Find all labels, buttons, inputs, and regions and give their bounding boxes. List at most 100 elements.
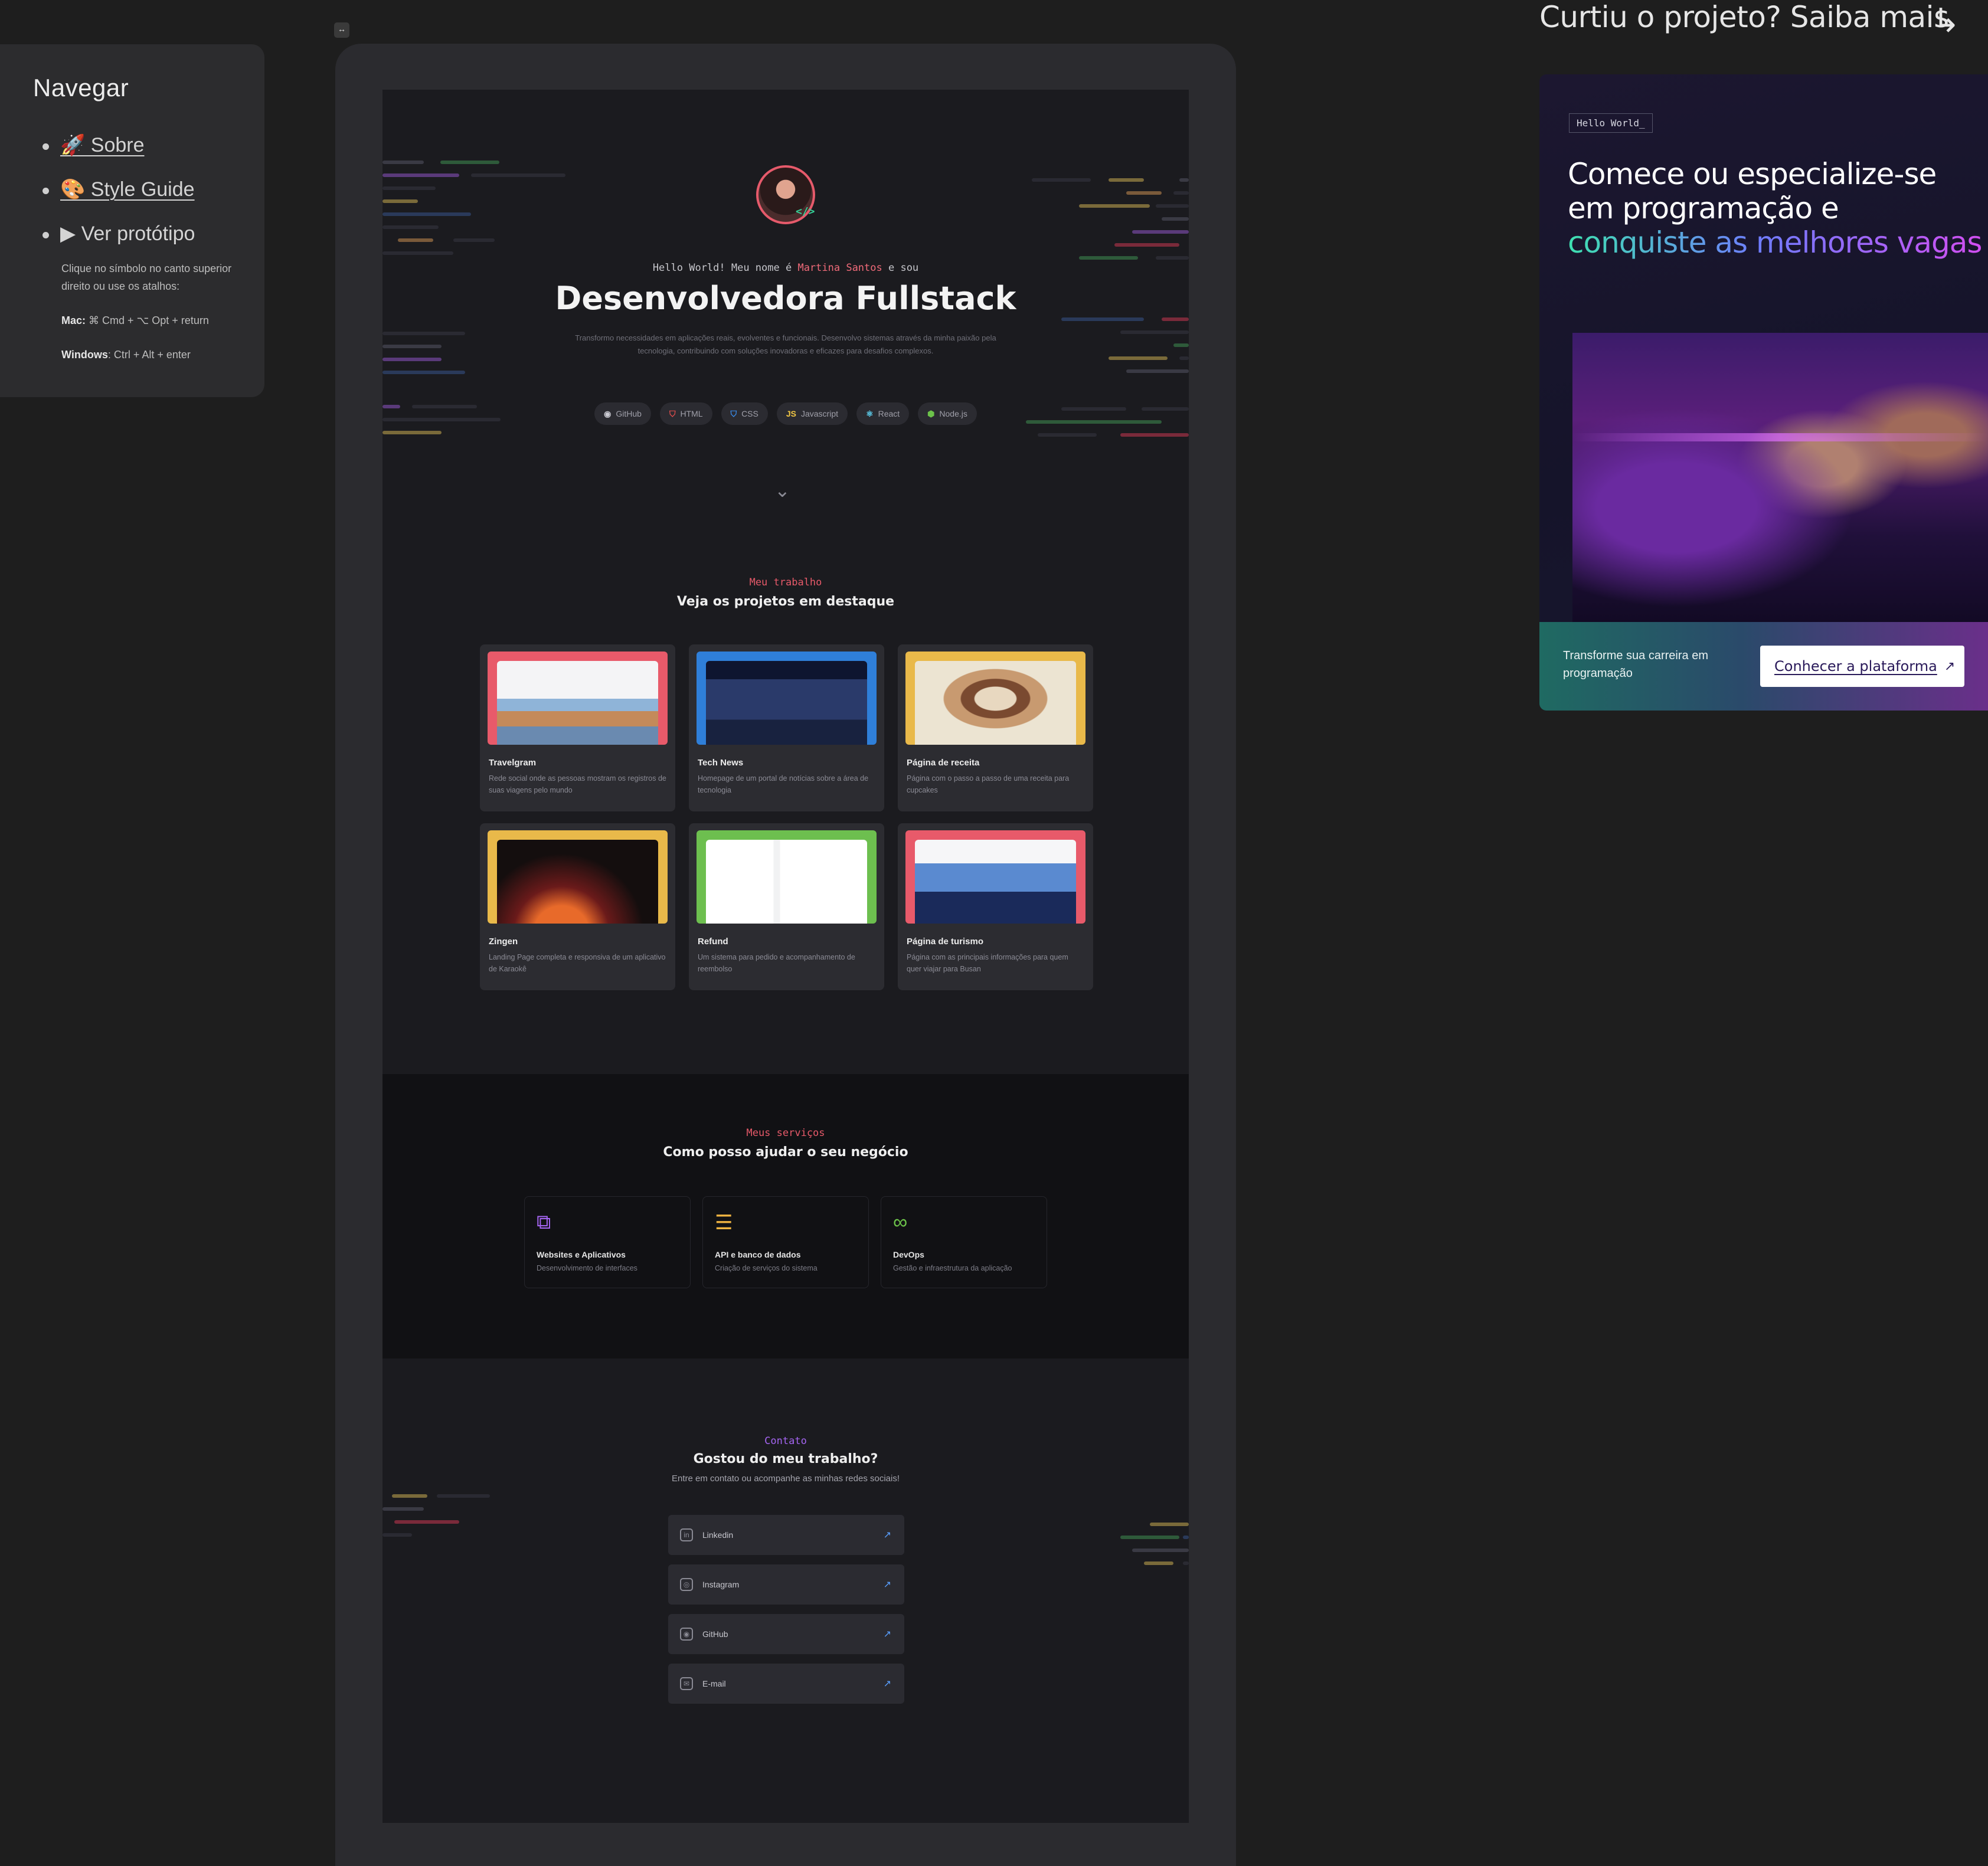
hero-greeting: Hello World! Meu nome é Martina Santos e… (652, 262, 919, 274)
services-title: Como posso ajudar o seu negócio (663, 1145, 908, 1160)
project-card-zingen[interactable]: Zingen Landing Page completa e responsiv… (480, 823, 675, 990)
tag-javascript[interactable]: JS Javascript (776, 402, 848, 425)
github-icon: ◉ (680, 1628, 693, 1641)
linkedin-icon: in (680, 1528, 693, 1541)
contact-kicker: Contato (764, 1435, 807, 1447)
project-thumbnail (905, 652, 1085, 745)
github-icon: ◉ (604, 408, 612, 418)
tag-nodejs[interactable]: ⬢ Node.js (918, 402, 977, 425)
service-title: API e banco de dados (715, 1250, 801, 1259)
nav-link-style-guide[interactable]: 🎨 Style Guide (60, 178, 195, 201)
project-title: Página de receita (907, 758, 980, 768)
project-card-turismo[interactable]: Página de turismo Página com as principa… (898, 823, 1093, 990)
promo-banner[interactable]: Hello World_ Comece ou especialize-se em… (1539, 74, 1988, 711)
code-badge-icon: </> (796, 205, 815, 218)
hero-bio: Transformo necessidades em aplicações re… (575, 333, 996, 355)
contact-link-github[interactable]: ◉ GitHub ↗ (668, 1614, 904, 1654)
project-title: Travelgram (489, 758, 537, 768)
collapse-toggle-button[interactable]: ↔ (334, 22, 349, 38)
nav-link-ver-prototipo[interactable]: ▶ Ver protótipo (60, 222, 195, 245)
project-card-tech-news[interactable]: Tech News Homepage de um portal de notíc… (689, 644, 884, 811)
service-card-devops: ∞ DevOps Gestão e infraestrutura da apli… (881, 1196, 1047, 1288)
tag-github[interactable]: ◉ GitHub (594, 402, 651, 425)
css-icon: ⛉ (730, 408, 737, 418)
tag-html[interactable]: ⛉ HTML (659, 402, 712, 425)
prototype-screen: </> Hello World! Meu nome é Martina Sant… (382, 90, 1189, 1823)
project-thumbnail (488, 652, 668, 745)
project-card-travelgram[interactable]: Travelgram Rede social onde as pessoas m… (480, 644, 675, 811)
promo-highlight: conquiste as melhores vagas (1568, 225, 1988, 260)
windows-shortcut: Windows: Ctrl + Alt + enter (61, 349, 191, 361)
project-description: Homepage de um portal de notícias sobre … (698, 774, 869, 794)
shortcut-help: Clique no símbolo no canto superior dire… (61, 260, 256, 364)
tag-css[interactable]: ⛉ CSS (721, 402, 768, 425)
project-card-receita[interactable]: Página de receita Página com o passo a p… (898, 644, 1093, 811)
tag-react[interactable]: ⚛ React (856, 402, 910, 425)
hero-title: Desenvolvedora Fullstack (555, 280, 1016, 317)
contact-link-email[interactable]: ✉ E-mail ↗ (668, 1664, 904, 1704)
html-icon: ⛉ (669, 408, 676, 418)
project-title: Refund (698, 937, 728, 947)
service-card-websites: ⧉ Websites e Aplicativos Desenvolvimento… (524, 1196, 691, 1288)
project-thumbnail (697, 830, 877, 924)
help-text: Clique no símbolo no canto superior dire… (61, 263, 232, 292)
promo-cta-bar: Transforme sua carreira em programação C… (1539, 622, 1988, 711)
nav-item-style-guide[interactable]: 🎨 Style Guide (42, 169, 264, 213)
external-link-icon: ↗ (883, 1629, 891, 1639)
conhecer-plataforma-button[interactable]: Conhecer a plataforma ↗ (1760, 646, 1964, 687)
server-icon: ☰ (715, 1212, 733, 1234)
contact-title: Gostou do meu trabalho? (693, 1452, 878, 1466)
service-title: DevOps (893, 1250, 924, 1259)
instagram-icon: ◎ (680, 1578, 693, 1591)
promo-heading: Curtiu o projeto? Saiba mais (1539, 0, 1949, 34)
nav-link-sobre[interactable]: 🚀 Sobre (60, 134, 145, 156)
devices-icon: ⧉ (537, 1211, 551, 1233)
mac-shortcut: Mac: ⌘ Cmd + ⌥ Opt + return (61, 315, 209, 326)
project-description: Rede social onde as pessoas mostram os r… (489, 774, 666, 794)
project-thumbnail (488, 830, 668, 924)
nav-item-ver-prototipo[interactable]: ▶ Ver protótipo (42, 213, 264, 257)
react-icon: ⚛ (866, 408, 874, 418)
promo-headline: Comece ou especialize-se em programação … (1568, 157, 1988, 260)
project-title: Página de turismo (907, 937, 984, 947)
infinity-icon: ∞ (893, 1211, 908, 1233)
project-description: Landing Page completa e responsiva de um… (489, 953, 666, 973)
contact-link-linkedin[interactable]: in Linkedin ↗ (668, 1515, 904, 1555)
service-description: Gestão e infraestrutura da aplicação (893, 1264, 1012, 1272)
project-description: Página com as principais informações par… (907, 953, 1068, 973)
service-description: Criação de serviços do sistema (715, 1264, 818, 1272)
work-title: Veja os projetos em destaque (676, 594, 895, 609)
external-link-icon: ↗ (883, 1679, 891, 1689)
promo-cta-text: Transforme sua carreira em programação (1563, 649, 1708, 680)
service-list: ⧉ Websites e Aplicativos Desenvolvimento… (524, 1196, 1047, 1288)
email-icon: ✉ (680, 1677, 693, 1690)
project-card-refund[interactable]: Refund Um sistema para pedido e acompanh… (689, 823, 884, 990)
javascript-icon: JS (786, 409, 796, 418)
service-title: Websites e Aplicativos (537, 1250, 626, 1259)
external-link-icon: ↗ (1944, 659, 1956, 674)
project-title: Tech News (698, 758, 744, 768)
contact-subtitle: Entre em contato ou acompanhe as minhas … (671, 1474, 900, 1484)
project-thumbnail (697, 652, 877, 745)
project-description: Um sistema para pedido e acompanhamento … (698, 953, 855, 973)
navigation-panel: Navegar 🚀 Sobre 🎨 Style Guide ▶ Ver prot… (0, 44, 264, 397)
contact-links: in Linkedin ↗ ◎ Instagram ↗ ◉ GitHub ↗ ✉ E-mail… (668, 1515, 904, 1713)
scroll-down-icon[interactable]: ⌄ (774, 479, 790, 502)
project-thumbnail (905, 830, 1085, 924)
contact-link-instagram[interactable]: ◎ Instagram ↗ (668, 1564, 904, 1605)
service-description: Desenvolvimento de interfaces (537, 1264, 637, 1272)
services-kicker: Meus serviços (746, 1127, 825, 1139)
hero-name: Martina Santos (797, 262, 882, 274)
nav-item-sobre[interactable]: 🚀 Sobre (42, 125, 264, 169)
project-title: Zingen (489, 937, 518, 947)
tech-tag-list: ◉ GitHub ⛉ HTML ⛉ CSS JS Javascript ⚛ React ⬢… (382, 402, 1189, 425)
service-card-api: ☰ API e banco de dados Criação de serviç… (702, 1196, 869, 1288)
promo-photo (1572, 333, 1988, 624)
project-description: Página com o passo a passo de uma receit… (907, 774, 1070, 794)
nav-title: Navegar (33, 74, 129, 102)
promo-badge: Hello World_ (1569, 113, 1653, 133)
nodejs-icon: ⬢ (927, 408, 935, 418)
nav-list: 🚀 Sobre 🎨 Style Guide ▶ Ver protótipo (42, 125, 264, 257)
external-link-icon: ↗ (883, 1530, 891, 1540)
external-link-icon: ↗ (883, 1580, 891, 1590)
